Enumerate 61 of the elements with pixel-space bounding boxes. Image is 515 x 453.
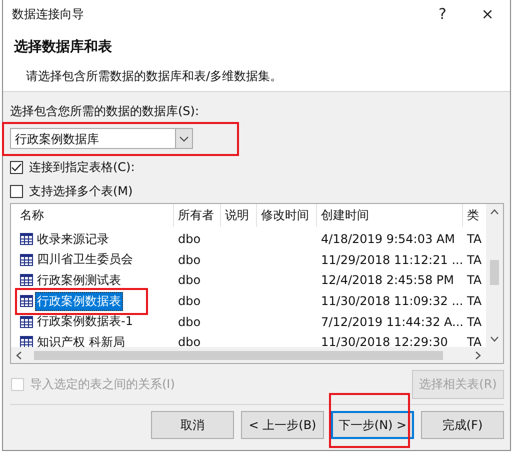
table-cell-text: 7/12/2019 11:44:32 A... [320,314,463,329]
table-name[interactable]: 行政案例测试表 [35,270,123,290]
column-header[interactable]: 说明 [221,204,257,227]
table-cell-text: TA [466,252,483,267]
checkbox[interactable] [10,160,23,174]
table-cell-text: TA [466,335,483,347]
checkbox-label: 导入选定的表之间的关系(I) [30,376,175,393]
table-cell-text: 11/30/2018 11:09:32 ... [320,294,463,308]
table-cell-text: 11/29/2018 11:12:21 ... [320,252,463,267]
vertical-scrollbar[interactable] [486,204,503,347]
checkbox[interactable] [10,184,23,198]
wizard-button[interactable]: < 上一步(B) [241,411,324,439]
column-header[interactable]: 名称 [11,204,174,227]
table-name[interactable]: 行政案例数据表-1 [35,312,135,332]
wizard-button[interactable]: 下一步(N) > [331,411,414,439]
table-cell-text: 11/30/2018 12:29:30 [320,335,449,347]
field-label: 选择包含您所需的数据的数据库(S): [10,103,200,119]
table-cell-text: 12/4/2018 2:45:58 PM [320,273,456,288]
checkbox-label: 支持选择多个表(M) [29,182,133,200]
chevron-down-icon [490,336,499,342]
database-dropdown[interactable]: 行政案例数据库 [10,128,193,149]
close-button[interactable]: × [465,0,510,28]
table-cell-text: dbo [177,314,202,329]
checkbox-label: 连接到指定表格(C): [29,158,135,176]
table-icon [20,295,33,308]
horizontal-scrollbar[interactable] [11,347,486,363]
table-cell-text: dbo [177,335,202,347]
table-icon [20,254,33,266]
table-icon [20,274,33,286]
checkmark-icon [11,162,22,172]
table-name[interactable]: 四川省卫生委员会 [35,250,135,270]
table-icon [20,233,33,246]
chevron-down-icon [179,136,189,142]
table-name[interactable]: 行政案例数据表 [35,292,123,311]
chevron-right-icon [475,350,481,360]
page-heading: 选择数据库和表 [14,38,113,56]
table-cell-text: TA [466,314,483,329]
table-cell-text: dbo [177,273,202,288]
wizard-button[interactable]: 完成(F) [421,411,504,439]
scrollbar-thumb[interactable] [490,260,499,285]
column-header[interactable]: 所有者 [174,204,221,227]
help-button[interactable]: ? [420,0,465,28]
column-header[interactable]: 修改时间 [257,204,317,227]
table-icon [20,336,33,347]
page-description: 请选择包含所需数据的数据库和表/多维数据集。 [25,68,284,85]
window-title: 数据连接向导 [12,6,85,22]
table-name[interactable]: 收录来源记录 [35,230,111,249]
table-cell-text: dbo [177,232,202,246]
chevron-left-icon [16,350,22,360]
table-cell-text: dbo [177,252,202,267]
column-header[interactable]: 类 [463,204,486,227]
table-cell-text: TA [466,273,483,288]
column-header[interactable]: 创建时间 [317,204,463,227]
table-icon [20,316,33,328]
scrollbar-thumb[interactable] [34,350,443,360]
table-cell-text: dbo [177,294,202,308]
chevron-up-icon [490,209,499,215]
table-cell-text: TA [466,294,483,308]
table-cell-text: TA [466,232,483,246]
table-cell-text: 4/18/2019 9:54:03 AM [320,232,456,246]
wizard-button[interactable]: 取消 [151,411,234,439]
